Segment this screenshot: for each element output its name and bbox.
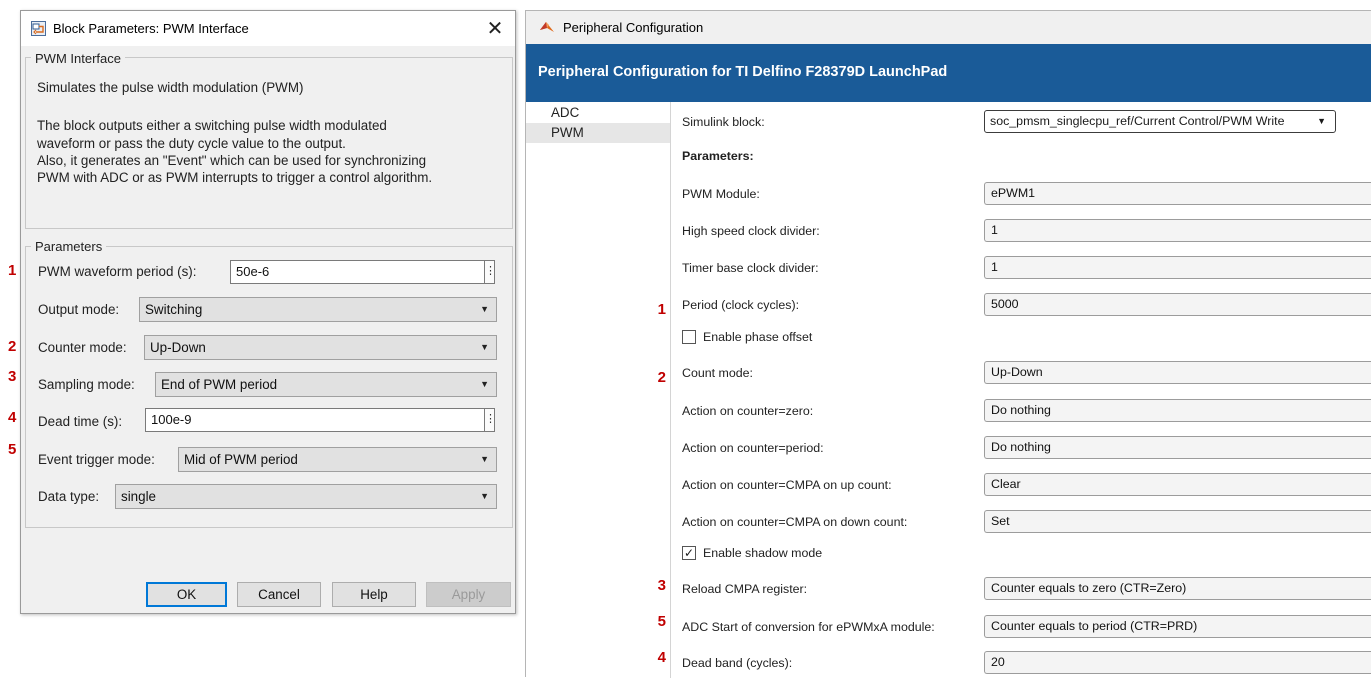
reload-cmpa-label: Reload CMPA register: (682, 582, 808, 596)
nav-item-pwm[interactable]: PWM (526, 123, 670, 143)
ok-button[interactable]: OK (146, 582, 227, 607)
data-type-value: single (121, 489, 156, 504)
window-title: Peripheral Configuration (563, 20, 704, 35)
peripheral-nav (526, 102, 671, 678)
annotation-marker: 1 (8, 262, 17, 279)
more-options-icon[interactable]: ⋮ (484, 408, 496, 432)
period-label: Period (clock cycles): (682, 298, 800, 312)
action-zero-field[interactable]: Do nothing (984, 399, 1371, 422)
hs-clock-divider-field[interactable]: 1 (984, 219, 1371, 242)
chevron-down-icon: ▼ (480, 454, 489, 464)
action-period-label: Action on counter=period: (682, 441, 824, 455)
action-cmpa-up-label: Action on counter=CMPA on up count: (682, 478, 892, 492)
chevron-down-icon: ▼ (1317, 116, 1326, 126)
count-mode-field[interactable]: Up-Down (984, 361, 1371, 384)
chevron-down-icon: ▼ (480, 342, 489, 352)
enable-phase-offset-label: Enable phase offset (703, 330, 813, 344)
dead-time-input[interactable]: 100e-9 (145, 408, 489, 432)
dead-band-field[interactable]: 20 (984, 651, 1371, 674)
event-trigger-mode-value: Mid of PWM period (184, 452, 298, 467)
description-line: PWM with ADC or as PWM interrupts to tri… (37, 170, 433, 185)
adc-soc-label: ADC Start of conversion for ePWMxA modul… (682, 620, 935, 634)
tb-clock-divider-label: Timer base clock divider: (682, 261, 819, 275)
help-button[interactable]: Help (332, 582, 416, 607)
parameters-heading: Parameters: (682, 149, 754, 163)
sampling-mode-label: Sampling mode: (38, 377, 135, 392)
counter-mode-value: Up-Down (150, 340, 206, 355)
event-trigger-mode-dropdown[interactable]: Mid of PWM period ▼ (178, 447, 497, 472)
dead-time-label: Dead time (s): (38, 414, 123, 429)
nav-item-adc[interactable]: ADC (526, 103, 670, 123)
close-icon[interactable]: ✕ (483, 17, 507, 39)
dialog-title: Block Parameters: PWM Interface (53, 21, 249, 36)
counter-mode-label: Counter mode: (38, 340, 127, 355)
tb-clock-divider-field[interactable]: 1 (984, 256, 1371, 279)
reload-cmpa-field[interactable]: Counter equals to zero (CTR=Zero) (984, 577, 1371, 600)
adc-soc-field[interactable]: Counter equals to period (CTR=PRD) (984, 615, 1371, 638)
data-type-dropdown[interactable]: single ▼ (115, 484, 497, 509)
chevron-down-icon: ▼ (480, 491, 489, 501)
cancel-button[interactable]: Cancel (237, 582, 321, 607)
dead-band-label: Dead band (cycles): (682, 656, 793, 670)
action-zero-label: Action on counter=zero: (682, 404, 814, 418)
pwm-module-field[interactable]: ePWM1 (984, 182, 1371, 205)
hs-clock-divider-label: High speed clock divider: (682, 224, 820, 238)
action-cmpa-up-field[interactable]: Clear (984, 473, 1371, 496)
enable-shadow-mode-checkbox[interactable]: ✓ (682, 546, 696, 560)
output-mode-dropdown[interactable]: Switching ▼ (139, 297, 497, 322)
counter-mode-dropdown[interactable]: Up-Down ▼ (144, 335, 497, 360)
annotation-marker: 5 (657, 613, 666, 630)
pwm-period-input[interactable]: 50e-6 (230, 260, 489, 284)
simulink-block-value: soc_pmsm_singlecpu_ref/Current Control/P… (990, 114, 1285, 128)
enable-phase-offset-checkbox[interactable] (682, 330, 696, 344)
action-cmpa-down-field[interactable]: Set (984, 510, 1371, 533)
checkmark-icon: ✓ (683, 546, 695, 560)
annotation-marker: 3 (657, 577, 666, 594)
action-cmpa-down-label: Action on counter=CMPA on down count: (682, 515, 908, 529)
parameters-heading: Parameters (31, 239, 107, 254)
dialog-titlebar[interactable]: Block Parameters: PWM Interface ✕ (21, 11, 515, 46)
matlab-logo-icon (540, 22, 554, 32)
output-mode-value: Switching (145, 302, 203, 317)
peripheral-configuration-window: Peripheral Configuration Peripheral Conf… (525, 10, 1371, 678)
output-mode-label: Output mode: (38, 302, 120, 317)
annotation-marker: 2 (8, 338, 17, 355)
chevron-down-icon: ▼ (480, 379, 489, 389)
enable-shadow-mode-label: Enable shadow mode (703, 546, 823, 560)
configuration-banner: Peripheral Configuration for TI Delfino … (526, 44, 1371, 102)
pwm-module-label: PWM Module: (682, 187, 760, 201)
more-options-icon[interactable]: ⋮ (484, 260, 496, 284)
annotation-marker: 2 (657, 369, 666, 386)
annotation-marker: 1 (657, 301, 666, 318)
description-line: The block outputs either a switching pul… (37, 118, 387, 133)
sampling-mode-dropdown[interactable]: End of PWM period ▼ (155, 372, 497, 397)
sampling-mode-value: End of PWM period (161, 377, 278, 392)
pwm-period-label: PWM waveform period (s): (38, 264, 197, 279)
annotation-marker: 4 (657, 649, 666, 666)
description-line: Simulates the pulse width modulation (PW… (37, 80, 304, 95)
annotation-marker: 4 (8, 409, 17, 426)
block-name-heading: PWM Interface (31, 51, 125, 66)
simulink-block-dropdown[interactable]: soc_pmsm_singlecpu_ref/Current Control/P… (984, 110, 1336, 133)
description-line: waveform or pass the duty cycle value to… (37, 136, 346, 151)
banner-title: Peripheral Configuration for TI Delfino … (538, 64, 948, 80)
window-titlebar[interactable]: Peripheral Configuration (526, 11, 1371, 44)
simulink-block-label: Simulink block: (682, 115, 765, 129)
annotation-marker: 5 (8, 441, 17, 458)
chevron-down-icon: ▼ (480, 304, 489, 314)
data-type-label: Data type: (38, 489, 100, 504)
block-parameters-dialog: Block Parameters: PWM Interface ✕ PWM In… (20, 10, 516, 614)
description-line: Also, it generates an "Event" which can … (37, 153, 427, 168)
period-field[interactable]: 5000 (984, 293, 1371, 316)
annotation-marker: 3 (8, 368, 17, 385)
apply-button[interactable]: Apply (426, 582, 511, 607)
simulink-block-icon (31, 21, 46, 36)
action-period-field[interactable]: Do nothing (984, 436, 1371, 459)
event-trigger-mode-label: Event trigger mode: (38, 452, 155, 467)
count-mode-label: Count mode: (682, 366, 753, 380)
